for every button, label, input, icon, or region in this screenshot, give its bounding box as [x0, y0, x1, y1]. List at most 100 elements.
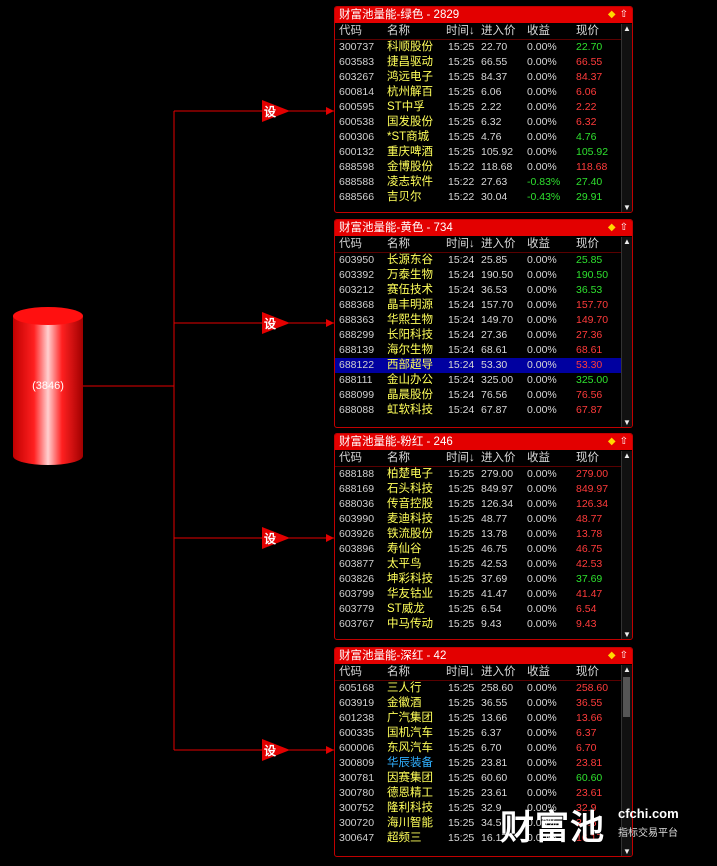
column-header[interactable]: 进入价: [481, 664, 516, 680]
column-header[interactable]: 代码: [339, 23, 362, 39]
table-row[interactable]: 688588 凌志软件 15:22 27.63 -0.83% 27.40: [335, 175, 632, 190]
table-row[interactable]: 603212 赛伍技术 15:24 36.53 0.00% 36.53: [335, 283, 632, 298]
column-header[interactable]: 现价: [576, 450, 599, 466]
table-row[interactable]: 688598 金博股份 15:22 118.68 0.00% 118.68: [335, 160, 632, 175]
table-row[interactable]: 603779 ST威龙 15:25 6.54 0.00% 6.54: [335, 602, 632, 617]
cell-entry: 849.97: [481, 483, 514, 495]
column-header[interactable]: 时间↓: [446, 236, 475, 252]
set-button-4[interactable]: 设: [262, 739, 290, 761]
table-row[interactable]: 603799 华友钴业 15:25 41.47 0.00% 41.47: [335, 587, 632, 602]
table-row[interactable]: 603767 中马传动 15:25 9.43 0.00% 9.43: [335, 617, 632, 632]
table-row[interactable]: 688036 传音控股 15:25 126.34 0.00% 126.34: [335, 497, 632, 512]
cell-gain: 0.00%: [527, 573, 557, 585]
table-row[interactable]: 688139 海尔生物 15:24 68.61 0.00% 68.61: [335, 343, 632, 358]
table-row[interactable]: 603919 金徽酒 15:25 36.55 0.00% 36.55: [335, 696, 632, 711]
table-row[interactable]: 603990 麦迪科技 15:25 48.77 0.00% 48.77: [335, 512, 632, 527]
scroll-up-icon[interactable]: ▲: [622, 24, 632, 33]
column-header[interactable]: 进入价: [481, 236, 516, 252]
cell-name: 西部超导: [387, 359, 433, 371]
table-row[interactable]: 688188 柏楚电子 15:25 279.00 0.00% 279.00: [335, 467, 632, 482]
table-row[interactable]: 600335 国机汽车 15:25 6.37 0.00% 6.37: [335, 726, 632, 741]
collapse-icon[interactable]: ⇧: [620, 222, 628, 233]
column-header[interactable]: 进入价: [481, 23, 516, 39]
diamond-icon[interactable]: ◆: [608, 650, 616, 661]
table-row[interactable]: 603950 长源东谷 15:24 25.85 0.00% 25.85: [335, 253, 632, 268]
table-row[interactable]: 600132 重庆啤酒 15:25 105.92 0.00% 105.92: [335, 145, 632, 160]
table-row[interactable]: 603877 太平鸟 15:25 42.53 0.00% 42.53: [335, 557, 632, 572]
table-row[interactable]: 688111 金山办公 15:24 325.00 0.00% 325.00: [335, 373, 632, 388]
set-button-3[interactable]: 设: [262, 527, 290, 549]
table-row[interactable]: 688363 华熙生物 15:24 149.70 0.00% 149.70: [335, 313, 632, 328]
column-header[interactable]: 代码: [339, 236, 362, 252]
collapse-icon[interactable]: ⇧: [620, 436, 628, 447]
table-row[interactable]: 688299 长阳科技 15:24 27.36 0.00% 27.36: [335, 328, 632, 343]
collapse-icon[interactable]: ⇧: [620, 9, 628, 20]
table-row[interactable]: 300737 科顺股份 15:25 22.70 0.00% 22.70: [335, 40, 632, 55]
collapse-icon[interactable]: ⇧: [620, 650, 628, 661]
table-row[interactable]: 300809 华辰装备 15:25 23.81 0.00% 23.81: [335, 756, 632, 771]
scrollbar[interactable]: ▲ ▼: [621, 451, 632, 639]
watermark-url: cfchi.com: [618, 806, 679, 821]
cell-time: 15:24: [448, 374, 475, 386]
table-row[interactable]: 600595 ST中孚 15:25 2.22 0.00% 2.22: [335, 100, 632, 115]
panel-title-bar[interactable]: 财富池量能-绿色 - 2829 ◆ ⇧: [335, 7, 632, 23]
diamond-icon[interactable]: ◆: [608, 222, 616, 233]
column-header[interactable]: 时间↓: [446, 664, 475, 680]
column-header[interactable]: 名称: [387, 664, 410, 680]
panel-title-bar[interactable]: 财富池量能-黄色 - 734 ◆ ⇧: [335, 220, 632, 236]
table-row[interactable]: 600006 东风汽车 15:25 6.70 0.00% 6.70: [335, 741, 632, 756]
table-row[interactable]: 603896 寿仙谷 15:25 46.75 0.00% 46.75: [335, 542, 632, 557]
column-header[interactable]: 代码: [339, 450, 362, 466]
table-row[interactable]: 600814 杭州解百 15:25 6.06 0.00% 6.06: [335, 85, 632, 100]
column-header[interactable]: 现价: [576, 236, 599, 252]
table-row[interactable]: 688099 晶晨股份 15:24 76.56 0.00% 76.56: [335, 388, 632, 403]
scroll-down-icon[interactable]: ▼: [622, 630, 632, 639]
column-header[interactable]: 代码: [339, 664, 362, 680]
column-header[interactable]: 收益: [527, 236, 550, 252]
column-header[interactable]: 进入价: [481, 450, 516, 466]
column-header[interactable]: 现价: [576, 664, 599, 680]
scroll-down-icon[interactable]: ▼: [622, 203, 632, 212]
column-header[interactable]: 收益: [527, 23, 550, 39]
table-row[interactable]: 603583 捷昌驱动 15:25 66.55 0.00% 66.55: [335, 55, 632, 70]
cell-time: 15:24: [448, 254, 475, 266]
table-row[interactable]: 603926 铁流股份 15:25 13.78 0.00% 13.78: [335, 527, 632, 542]
scroll-down-icon[interactable]: ▼: [622, 418, 632, 427]
column-header[interactable]: 名称: [387, 236, 410, 252]
column-header[interactable]: 时间↓: [446, 450, 475, 466]
cell-code: 600814: [339, 86, 375, 98]
table-row[interactable]: 688122 西部超导 15:24 53.30 0.00% 53.30: [335, 358, 632, 373]
set-button-2[interactable]: 设: [262, 312, 290, 334]
diamond-icon[interactable]: ◆: [608, 436, 616, 447]
table-row[interactable]: 688169 石头科技 15:25 849.97 0.00% 849.97: [335, 482, 632, 497]
table-row[interactable]: 688566 吉贝尔 15:22 30.04 -0.43% 29.91: [335, 190, 632, 205]
scroll-up-icon[interactable]: ▲: [622, 237, 632, 246]
panel-title-bar[interactable]: 财富池量能-粉红 - 246 ◆ ⇧: [335, 434, 632, 450]
table-row[interactable]: 603392 万泰生物 15:24 190.50 0.00% 190.50: [335, 268, 632, 283]
table-row[interactable]: 300781 因赛集团 15:25 60.60 0.00% 60.60: [335, 771, 632, 786]
table-row[interactable]: 603267 鸿远电子 15:25 84.37 0.00% 84.37: [335, 70, 632, 85]
column-header[interactable]: 名称: [387, 450, 410, 466]
scroll-up-icon[interactable]: ▲: [622, 665, 632, 674]
table-row[interactable]: 688088 虹软科技 15:24 67.87 0.00% 67.87: [335, 403, 632, 418]
table-row[interactable]: 605168 三人行 15:25 258.60 0.00% 258.60: [335, 681, 632, 696]
column-header[interactable]: 名称: [387, 23, 410, 39]
table-row[interactable]: 603826 坤彩科技 15:25 37.69 0.00% 37.69: [335, 572, 632, 587]
table-row[interactable]: 600538 国发股份 15:25 6.32 0.00% 6.32: [335, 115, 632, 130]
column-header[interactable]: 时间↓: [446, 23, 475, 39]
diamond-icon[interactable]: ◆: [608, 9, 616, 20]
scrollbar[interactable]: ▲ ▼: [621, 237, 632, 427]
table-row[interactable]: 688368 晶丰明源 15:24 157.70 0.00% 157.70: [335, 298, 632, 313]
panel-title-bar[interactable]: 财富池量能-深红 - 42 ◆ ⇧: [335, 648, 632, 664]
cell-price: 48.77: [576, 513, 603, 525]
scroll-thumb[interactable]: [623, 677, 630, 717]
table-row[interactable]: 600306 *ST商城 15:25 4.76 0.00% 4.76: [335, 130, 632, 145]
scrollbar[interactable]: ▲ ▼: [621, 24, 632, 212]
set-button-1[interactable]: 设: [262, 100, 290, 122]
scroll-up-icon[interactable]: ▲: [622, 451, 632, 460]
table-row[interactable]: 601238 广汽集团 15:25 13.66 0.00% 13.66: [335, 711, 632, 726]
column-header[interactable]: 收益: [527, 450, 550, 466]
column-header[interactable]: 收益: [527, 664, 550, 680]
column-header[interactable]: 现价: [576, 23, 599, 39]
table-row[interactable]: 300780 德恩精工 15:25 23.61 0.00% 23.61: [335, 786, 632, 801]
